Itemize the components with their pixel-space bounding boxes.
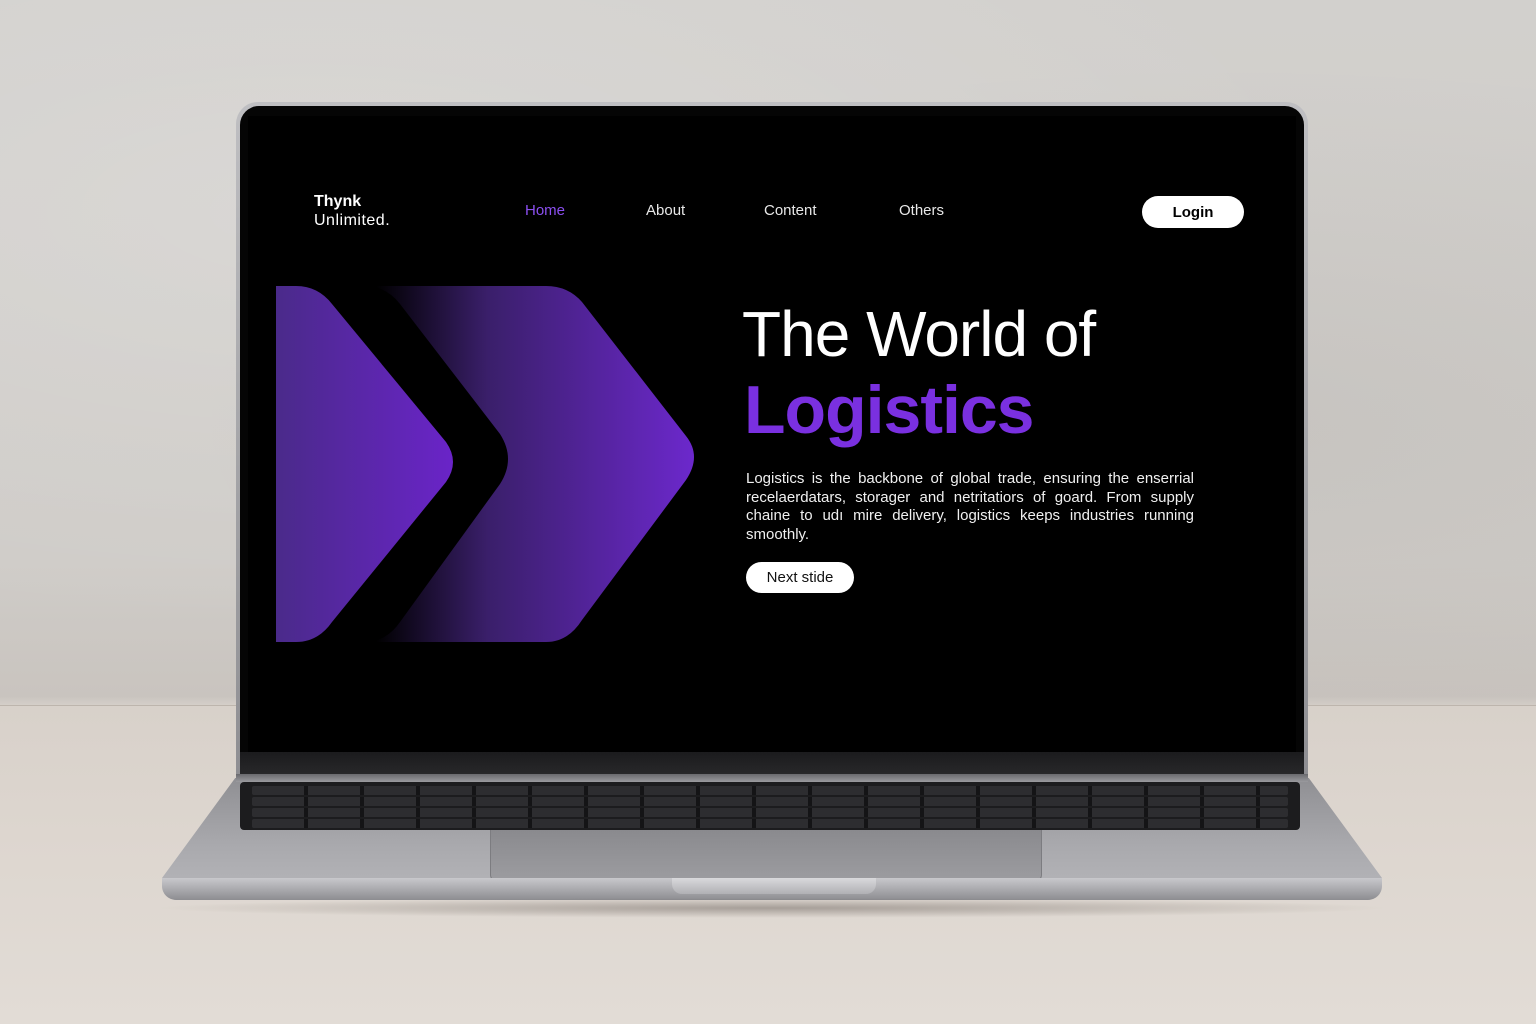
hinge — [236, 774, 1308, 782]
keyboard — [240, 782, 1300, 830]
screen-bezel: Thynk Unlimited. Home About Content Othe… — [240, 106, 1304, 778]
hero-description: Logistics is the backbone of global trad… — [746, 470, 1194, 543]
lid-opening-notch — [672, 878, 876, 894]
next-slide-button[interactable]: Next stide — [746, 562, 854, 593]
photo-scene: Thynk Unlimited. Home About Content Othe… — [0, 0, 1536, 1024]
key-row — [252, 786, 1288, 795]
key-row — [252, 808, 1288, 817]
brand-line-1: Thynk — [314, 193, 362, 210]
brand-logo[interactable]: Thynk Unlimited. — [314, 192, 390, 230]
key-row — [252, 819, 1288, 828]
hero-accent-title: Logistics — [744, 372, 1034, 448]
hero-title: The World of — [742, 298, 1096, 370]
login-button[interactable]: Login — [1142, 196, 1244, 228]
website-screen: Thynk Unlimited. Home About Content Othe… — [248, 116, 1296, 754]
double-chevron-graphic — [276, 286, 694, 642]
nav-item-content[interactable]: Content — [764, 202, 817, 219]
laptop-lid: Thynk Unlimited. Home About Content Othe… — [236, 102, 1308, 778]
trackpad — [490, 830, 1042, 881]
nav-item-home[interactable]: Home — [525, 202, 565, 219]
nav-item-others[interactable]: Others — [899, 202, 944, 219]
key-row — [252, 797, 1288, 806]
nav-item-about[interactable]: About — [646, 202, 685, 219]
brand-line-2: Unlimited. — [314, 212, 391, 229]
laptop-shadow — [150, 898, 1394, 918]
